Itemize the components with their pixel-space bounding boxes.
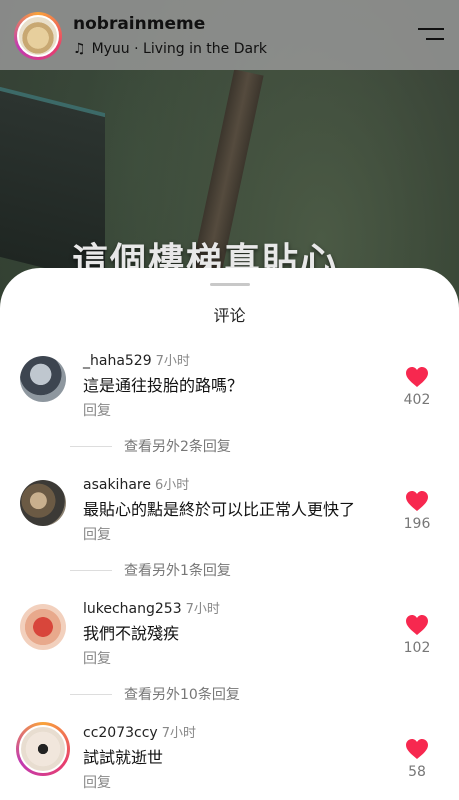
reply-button[interactable]: 回复	[83, 400, 111, 420]
avatar[interactable]	[20, 356, 66, 402]
heart-icon	[406, 491, 428, 511]
like-count: 402	[403, 392, 431, 408]
heart-icon	[406, 739, 428, 759]
comment-item: lukechang253 7小时 我們不說殘疾 回复 102	[0, 598, 459, 678]
menu-icon[interactable]	[418, 28, 444, 44]
divider-line	[70, 693, 112, 695]
comment-item: asakihare 6小时 最貼心的點是終於可以比正常人更快了 回复 196	[0, 474, 459, 554]
comment-text: 我們不說殘疾	[83, 624, 180, 643]
like-count: 102	[403, 640, 431, 656]
avatar[interactable]	[16, 722, 70, 776]
comment-item: cc2073ccy 7小时 試試就逝世 回复 58	[0, 722, 459, 800]
reply-button[interactable]: 回复	[83, 772, 111, 792]
top-header: nobrainmeme ♫ Myuu · Living in the Dark	[0, 0, 459, 70]
like-button[interactable]: 196	[397, 490, 437, 532]
heart-icon	[406, 615, 428, 635]
like-count: 196	[403, 516, 431, 532]
heart-icon	[406, 367, 428, 387]
view-more-replies-label: 查看另外1条回复	[124, 563, 231, 579]
sheet-title: 评论	[213, 306, 246, 325]
avatar[interactable]	[20, 604, 66, 650]
reply-button[interactable]: 回复	[83, 648, 111, 668]
comment-username[interactable]: _haha529 7小时	[83, 350, 190, 369]
music-note-icon: ♫	[73, 41, 86, 57]
reply-button[interactable]: 回复	[83, 524, 111, 544]
comment-username[interactable]: asakihare 6小时	[83, 474, 189, 493]
like-button[interactable]: 102	[397, 614, 437, 656]
avatar[interactable]	[20, 480, 66, 526]
view-more-replies[interactable]: 查看另外10条回复	[70, 685, 370, 703]
view-more-replies[interactable]: 查看另外1条回复	[70, 561, 370, 579]
sheet-drag-handle[interactable]	[210, 283, 250, 286]
creator-avatar[interactable]	[14, 12, 62, 60]
comment-time: 7小时	[155, 354, 190, 369]
comment-username[interactable]: lukechang253 7小时	[83, 598, 220, 617]
comment-text: 試試就逝世	[83, 748, 164, 767]
comment-item: _haha529 7小时 這是通往投胎的路嗎？ 回复 402	[0, 350, 459, 430]
like-button[interactable]: 58	[397, 738, 437, 780]
comment-text: 這是通往投胎的路嗎？	[83, 376, 244, 395]
comment-time: 7小时	[185, 602, 220, 617]
music-info[interactable]: ♫ Myuu · Living in the Dark	[73, 40, 267, 58]
comment-sheet: 评论 _haha529 7小时 這是通往投胎的路嗎？ 回复 402 查看另外2条回…	[0, 268, 459, 800]
comment-text: 最貼心的點是終於可以比正常人更快了	[83, 500, 356, 519]
view-more-replies[interactable]: 查看另外2条回复	[70, 437, 370, 455]
view-more-replies-label: 查看另外2条回复	[124, 439, 231, 455]
view-more-replies-label: 查看另外10条回复	[124, 687, 240, 703]
divider-line	[70, 445, 112, 447]
comment-time: 6小时	[154, 478, 190, 493]
music-title: Myuu · Living in the Dark	[91, 41, 267, 57]
like-button[interactable]: 402	[397, 366, 437, 408]
divider-line	[70, 569, 112, 571]
creator-username[interactable]: nobrainmeme	[73, 14, 205, 34]
like-count: 58	[408, 764, 426, 780]
comment-time: 7小时	[161, 726, 196, 741]
comment-username[interactable]: cc2073ccy 7小时	[83, 722, 196, 741]
